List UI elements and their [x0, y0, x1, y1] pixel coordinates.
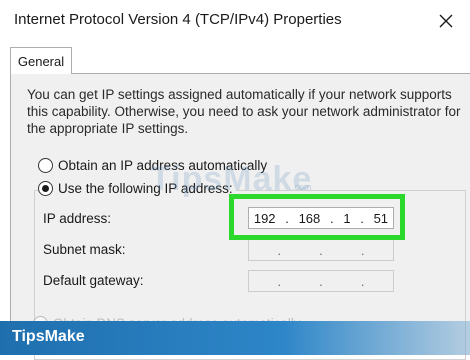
close-icon: [439, 14, 453, 28]
octet-separator: .: [319, 242, 323, 258]
octet-separator: .: [360, 273, 365, 289]
window-titlebar: Internet Protocol Version 4 (TCP/IPv4) P…: [0, 0, 470, 42]
octet-separator: .: [277, 273, 282, 289]
radio-auto-label: Obtain an IP address automatically: [58, 158, 268, 173]
radio-button-auto[interactable]: [38, 158, 53, 173]
ip-address-label: IP address:: [43, 211, 112, 226]
brand-label: TipsMake: [12, 328, 85, 345]
radio-obtain-automatically[interactable]: Obtain an IP address automatically: [38, 158, 267, 173]
close-button[interactable]: [422, 0, 470, 42]
ip-address-highlight: [229, 194, 405, 240]
subnet-mask-input[interactable]: . . .: [248, 239, 394, 261]
tab-strip: General: [0, 42, 470, 74]
octet-separator: .: [277, 242, 282, 258]
octet-separator: .: [360, 242, 365, 258]
default-gateway-input[interactable]: . . .: [248, 270, 394, 292]
radio-use-following[interactable]: Use the following IP address:: [38, 181, 236, 196]
brand-banner: TipsMake: [0, 321, 470, 355]
tab-general[interactable]: General: [10, 47, 72, 74]
window-title: Internet Protocol Version 4 (TCP/IPv4) P…: [14, 11, 342, 28]
subnet-mask-label: Subnet mask:: [43, 242, 126, 257]
intro-text: You can get IP settings assigned automat…: [27, 87, 461, 136]
radio-button-manual[interactable]: [38, 181, 53, 196]
radio-manual-label: Use the following IP address:: [58, 181, 233, 196]
default-gateway-label: Default gateway:: [43, 273, 144, 288]
octet-separator: .: [319, 273, 323, 289]
